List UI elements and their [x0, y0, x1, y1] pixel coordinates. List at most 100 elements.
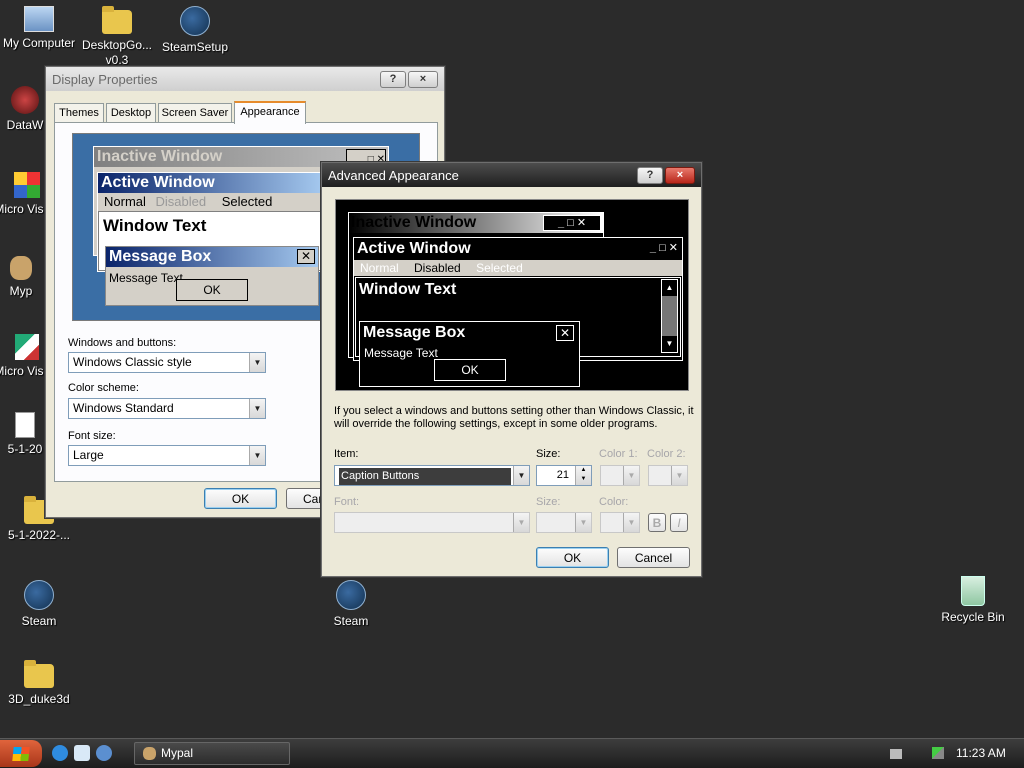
adv-preview-menu: Normal Disabled Selected: [354, 260, 682, 276]
adv-preview-msgbox-title: Message Box ✕: [360, 322, 579, 344]
adv-preview-scrollbar: ▲ ▼: [661, 279, 678, 353]
keyboard-icon[interactable]: [890, 749, 902, 759]
font-color-label: Color:: [599, 496, 629, 508]
advanced-preview: Inactive Window _ □ ✕ Active Window _ □ …: [335, 199, 689, 391]
taskbar-item-mypal[interactable]: Mypal: [134, 742, 290, 765]
font-size-select[interactable]: ▼: [536, 512, 592, 533]
steam-icon: [24, 580, 54, 610]
taskbar: Mypal 11:23 AM: [0, 738, 1024, 768]
tab-appearance[interactable]: Appearance: [234, 101, 306, 124]
color1-label: Color 1:: [599, 448, 638, 460]
desktop-icon-my-computer[interactable]: My Computer: [0, 4, 78, 51]
color2-label: Color 2:: [647, 448, 686, 460]
chevron-down-icon: ▼: [513, 513, 529, 532]
recycle-bin-icon: [961, 576, 985, 606]
font-size-select[interactable]: Large ▼: [68, 445, 266, 466]
advanced-appearance-dialog: Advanced Appearance ? × Inactive Window …: [321, 162, 702, 577]
adv-preview-active-title: Active Window _ □ ✕: [354, 238, 682, 260]
font-select[interactable]: ▼: [334, 512, 530, 533]
tab-themes[interactable]: Themes: [54, 103, 104, 123]
close-icon: ✕: [556, 325, 574, 341]
help-button[interactable]: ?: [637, 166, 663, 184]
size-spinner[interactable]: 21 ▲ ▼: [536, 465, 592, 486]
item-select-value: Caption Buttons: [339, 468, 511, 485]
app-icon: [10, 256, 32, 280]
adv-preview-message-box: Message Box ✕ Message Text OK: [359, 321, 580, 387]
start-button[interactable]: [0, 740, 42, 767]
steam-icon: [336, 580, 366, 610]
color-scheme-select[interactable]: Windows Standard ▼: [68, 398, 266, 419]
adv-preview-inactive-title: Inactive Window _ □ ✕: [349, 213, 603, 233]
scroll-thumb: [662, 296, 677, 336]
folder-icon: [24, 660, 54, 688]
desktop-icon-label: 3D_duke3d: [8, 692, 70, 706]
chevron-down-icon[interactable]: ▼: [249, 353, 265, 372]
desktop-icon-3d-duke3d[interactable]: 3D_duke3d: [0, 658, 78, 707]
desktop-icon-steamsetup[interactable]: SteamSetup: [156, 4, 234, 55]
quick-launch: [52, 745, 124, 763]
spinner-arrows[interactable]: ▲ ▼: [575, 466, 591, 485]
preview-ok-button: OK: [176, 279, 248, 301]
media-icon[interactable]: [74, 745, 90, 761]
chevron-down-icon[interactable]: ▼: [249, 446, 265, 465]
desktop-icon-label: 5-1-2022-...: [7, 528, 71, 542]
desktop-icon-label: DesktopGo... v0.3: [81, 38, 153, 67]
italic-button[interactable]: I: [670, 513, 688, 532]
chevron-down-icon: ▼: [671, 466, 687, 485]
help-button[interactable]: ?: [380, 70, 406, 88]
tab-screen-saver[interactable]: Screen Saver: [158, 103, 232, 123]
desktop-icon-steam-1[interactable]: Steam: [0, 578, 78, 629]
info-text: If you select a windows and buttons sett…: [334, 405, 694, 430]
desktop-icon-label: My Computer: [2, 36, 76, 50]
font-label: Font:: [334, 496, 360, 508]
color1-picker[interactable]: ▼: [600, 465, 640, 486]
windows-buttons-select[interactable]: Windows Classic style ▼: [68, 352, 266, 373]
desktop-icon-steam-2[interactable]: Steam: [312, 578, 390, 629]
close-button[interactable]: ×: [408, 70, 438, 88]
play-icon[interactable]: [96, 745, 112, 761]
chevron-down-icon: ▼: [623, 513, 639, 532]
adv-active-buttons: _ □ ✕: [649, 242, 678, 254]
titlebar[interactable]: Advanced Appearance ? ×: [322, 163, 701, 187]
size-label: Size:: [536, 448, 561, 460]
chevron-down-icon[interactable]: ▼: [249, 399, 265, 418]
tab-bar: Themes Desktop Screen Saver Appearance: [54, 101, 434, 124]
adv-inactive-buttons: _ □ ✕: [543, 215, 601, 231]
adv-preview-ok-button: OK: [434, 359, 506, 381]
system-tray: 11:23 AM: [880, 741, 1024, 766]
mypal-icon: [143, 747, 156, 760]
desktop-icon-label: Steam: [21, 614, 57, 628]
app-icon: [15, 334, 39, 360]
ok-button[interactable]: OK: [536, 547, 609, 568]
desktop-icon-recycle-bin[interactable]: Recycle Bin: [934, 576, 1012, 625]
desktop-icon-label: Recycle Bin: [941, 610, 1005, 624]
steam-icon: [180, 6, 210, 36]
item-label: Item:: [334, 448, 359, 460]
chevron-down-icon: ▼: [575, 513, 591, 532]
windows-logo-icon: [12, 746, 30, 761]
close-button[interactable]: ×: [665, 166, 695, 184]
item-select[interactable]: Caption Buttons ▼: [334, 465, 530, 486]
computer-icon: [24, 6, 54, 32]
bold-button[interactable]: B: [648, 513, 666, 532]
dialog-title: Advanced Appearance: [328, 167, 459, 183]
color2-picker[interactable]: ▼: [648, 465, 688, 486]
ok-button[interactable]: OK: [204, 488, 277, 509]
chevron-down-icon[interactable]: ▼: [513, 466, 529, 485]
tab-desktop[interactable]: Desktop: [106, 103, 156, 123]
chevron-down-icon: ▼: [623, 466, 639, 485]
app-icon: [11, 86, 39, 114]
titlebar[interactable]: Display Properties ? ×: [46, 67, 444, 91]
network-icon[interactable]: [932, 747, 944, 759]
document-icon: [15, 412, 35, 438]
window-title: Display Properties: [52, 71, 158, 87]
desktop-icon-desktopgo[interactable]: DesktopGo... v0.3: [78, 4, 156, 68]
windows-buttons-label: Windows and buttons:: [68, 337, 177, 349]
internet-explorer-icon[interactable]: [52, 745, 68, 761]
color-scheme-label: Color scheme:: [68, 382, 139, 394]
preview-message-box: Message Box ✕ Message Text OK: [105, 246, 319, 306]
close-icon: ✕: [297, 249, 315, 264]
cancel-button[interactable]: Cancel: [617, 547, 690, 568]
font-color-picker[interactable]: ▼: [600, 512, 640, 533]
clock[interactable]: 11:23 AM: [956, 746, 1006, 760]
